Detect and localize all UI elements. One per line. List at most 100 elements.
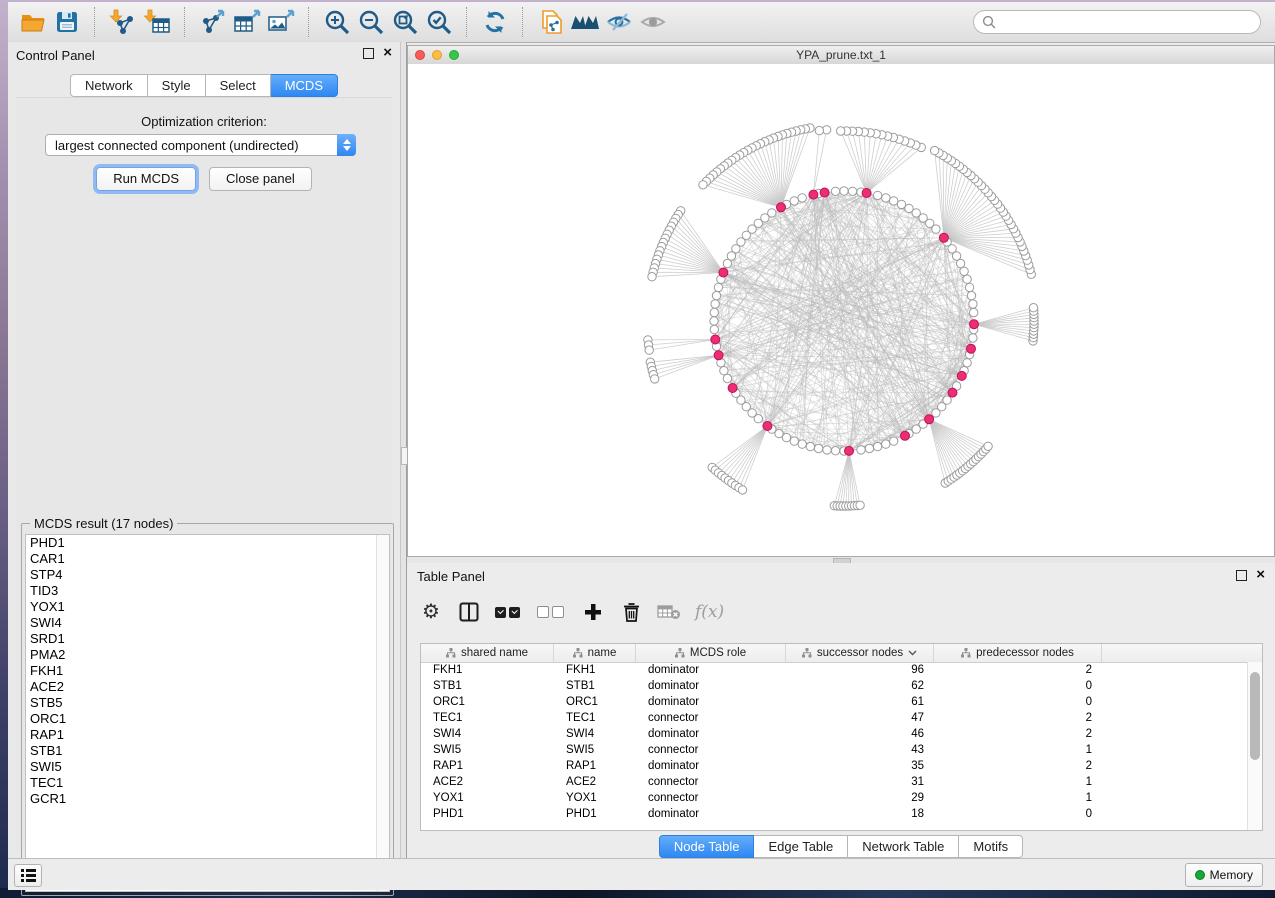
attribute-icon <box>961 648 971 658</box>
import-network-icon <box>109 9 137 35</box>
zoom-selected-icon <box>426 9 453 35</box>
network-window-titlebar[interactable]: YPA_prune.txt_1 <box>408 46 1274 65</box>
mcds-result-item[interactable]: STB1 <box>26 743 389 759</box>
delete-icon <box>623 602 640 622</box>
add-button[interactable] <box>581 599 605 625</box>
node-table: shared namenameMCDS rolesuccessor nodesp… <box>420 643 1263 831</box>
table-row[interactable]: SWI4SWI4dominator462 <box>421 726 1248 742</box>
close-panel-button[interactable]: Close panel <box>209 167 312 191</box>
zoom-fit-button[interactable] <box>388 7 422 37</box>
mcds-result-item[interactable]: GCR1 <box>26 791 389 807</box>
table-row[interactable]: YOX1YOX1connector291 <box>421 790 1248 806</box>
column-header-shared-name[interactable]: shared name <box>421 644 554 662</box>
mcds-result-item[interactable]: STB5 <box>26 695 389 711</box>
tab-node-table[interactable]: Node Table <box>659 835 755 858</box>
table-row[interactable]: SWI5SWI5connector431 <box>421 742 1248 758</box>
import-network-button[interactable] <box>106 7 140 37</box>
tab-style[interactable]: Style <box>148 74 206 97</box>
mcds-result-list[interactable]: PHD1CAR1STP4TID3YOX1SWI4SRD1PMA2FKH1ACE2… <box>25 534 390 892</box>
open-file-button[interactable] <box>16 7 50 37</box>
mcds-result-item[interactable]: STP4 <box>26 567 389 583</box>
gear-button[interactable]: ⚙ <box>419 599 443 625</box>
network-search-field[interactable] <box>973 10 1261 34</box>
mcds-result-item[interactable]: ORC1 <box>26 711 389 727</box>
control-panel-tabs: NetworkStyleSelectMCDS <box>8 74 400 97</box>
function-builder-button[interactable]: f(x) <box>695 599 724 625</box>
gear-icon: ⚙ <box>422 602 440 622</box>
mcds-result-item[interactable]: PMA2 <box>26 647 389 663</box>
close-table-panel-icon[interactable]: × <box>1256 569 1265 581</box>
float-panel-icon[interactable] <box>363 48 374 59</box>
sort-descending-icon <box>908 650 917 656</box>
export-table-button[interactable] <box>230 7 264 37</box>
table-panel-title: Table Panel <box>417 569 485 584</box>
column-header-name[interactable]: name <box>554 644 636 662</box>
table-panel-tabs: Node TableEdge TableNetwork TableMotifs <box>407 835 1275 858</box>
first-neighbors-button[interactable] <box>568 7 602 37</box>
select-all-button[interactable] <box>495 599 523 625</box>
tab-network[interactable]: Network <box>70 74 148 97</box>
memory-button[interactable]: Memory <box>1185 863 1263 887</box>
mcds-result-item[interactable]: YOX1 <box>26 599 389 615</box>
table-cell: dominator <box>636 758 786 774</box>
tab-select[interactable]: Select <box>206 74 271 97</box>
window-minimize-icon[interactable] <box>432 50 442 60</box>
run-mcds-button[interactable]: Run MCDS <box>96 167 196 191</box>
show-panels-button[interactable] <box>14 864 42 887</box>
mcds-result-item[interactable]: FKH1 <box>26 663 389 679</box>
mcds-result-title: MCDS result (17 nodes) <box>30 516 177 531</box>
search-input[interactable] <box>1001 14 1260 30</box>
export-image-button[interactable] <box>264 7 298 37</box>
table-row[interactable]: TEC1TEC1connector472 <box>421 710 1248 726</box>
window-maximize-icon[interactable] <box>449 50 459 60</box>
mcds-result-item[interactable]: SWI4 <box>26 615 389 631</box>
zoom-in-button[interactable] <box>320 7 354 37</box>
tab-motifs[interactable]: Motifs <box>959 835 1023 858</box>
column-header-MCDS-role[interactable]: MCDS role <box>636 644 786 662</box>
hide-selected-button[interactable] <box>602 7 636 37</box>
table-cell: 62 <box>786 678 934 694</box>
close-panel-icon[interactable]: × <box>383 47 392 59</box>
table-cell: SWI4 <box>554 726 636 742</box>
export-network-button[interactable] <box>196 7 230 37</box>
show-all-button[interactable] <box>636 7 670 37</box>
mcds-result-item[interactable]: RAP1 <box>26 727 389 743</box>
table-row[interactable]: ORC1ORC1dominator610 <box>421 694 1248 710</box>
float-table-panel-icon[interactable] <box>1236 570 1247 581</box>
refresh-button[interactable] <box>478 7 512 37</box>
table-row[interactable]: PHD1PHD1dominator180 <box>421 806 1248 822</box>
vertical-splitter[interactable] <box>400 42 407 858</box>
tab-edge-table[interactable]: Edge Table <box>754 835 848 858</box>
table-row[interactable]: STB1STB1dominator620 <box>421 678 1248 694</box>
mcds-result-item[interactable]: ACE2 <box>26 679 389 695</box>
tab-mcds[interactable]: MCDS <box>271 74 338 97</box>
duplicate-network-button[interactable] <box>534 7 568 37</box>
mcds-result-scrollbar[interactable] <box>376 535 389 891</box>
table-row[interactable]: ACE2ACE2connector311 <box>421 774 1248 790</box>
columns-button[interactable] <box>457 599 481 625</box>
table-row[interactable]: FKH1FKH1dominator962 <box>421 662 1248 678</box>
mcds-result-item[interactable]: SWI5 <box>26 759 389 775</box>
zoom-out-button[interactable] <box>354 7 388 37</box>
table-scrollbar-thumb[interactable] <box>1250 672 1260 760</box>
zoom-selected-button[interactable] <box>422 7 456 37</box>
optimization-criterion-select[interactable]: largest connected component (undirected) <box>45 134 356 156</box>
mcds-result-item[interactable]: TEC1 <box>26 775 389 791</box>
delete-button[interactable] <box>619 599 643 625</box>
table-row[interactable]: RAP1RAP1dominator352 <box>421 758 1248 774</box>
window-close-icon[interactable] <box>415 50 425 60</box>
mcds-result-item[interactable]: PHD1 <box>26 535 389 551</box>
mcds-result-item[interactable]: SRD1 <box>26 631 389 647</box>
save-session-button[interactable] <box>50 7 84 37</box>
mcds-result-item[interactable]: TID3 <box>26 583 389 599</box>
import-table-button[interactable] <box>140 7 174 37</box>
network-canvas[interactable] <box>408 64 1274 556</box>
deselect-all-button[interactable] <box>537 599 567 625</box>
column-header-predecessor-nodes[interactable]: predecessor nodes <box>934 644 1102 662</box>
clear-table-button[interactable] <box>657 599 681 625</box>
column-header-successor-nodes[interactable]: successor nodes <box>786 644 934 662</box>
network-graph[interactable] <box>408 64 1274 556</box>
table-scrollbar[interactable] <box>1247 662 1262 830</box>
tab-network-table[interactable]: Network Table <box>848 835 959 858</box>
mcds-result-item[interactable]: CAR1 <box>26 551 389 567</box>
